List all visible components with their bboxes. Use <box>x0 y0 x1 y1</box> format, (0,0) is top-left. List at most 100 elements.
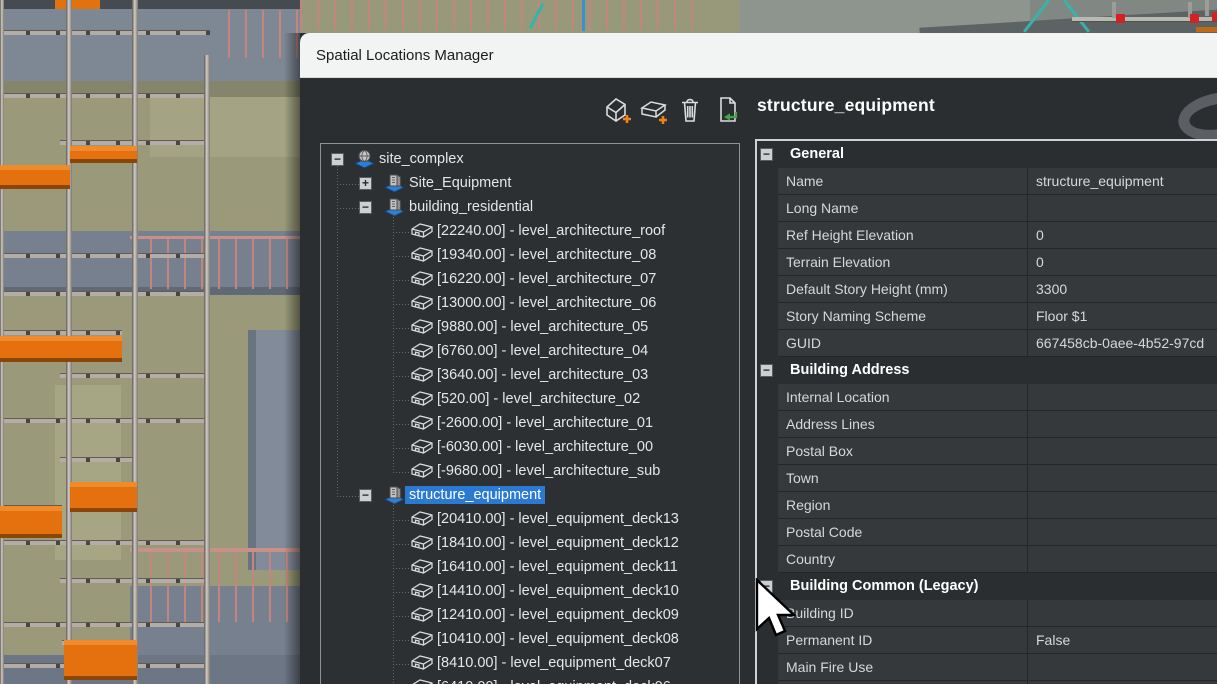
import-file-icon <box>712 94 742 126</box>
category-label: Building Common (Legacy) <box>790 578 979 594</box>
add-story-button[interactable] <box>639 94 669 126</box>
brand-swoosh-logo <box>1175 86 1217 147</box>
tree-item-label[interactable]: [8410.00] - level_equipment_deck07 <box>433 654 675 672</box>
property-label: Name <box>778 168 1028 194</box>
scaffold-bar <box>0 30 210 35</box>
property-value[interactable] <box>1028 195 1217 221</box>
property-value[interactable] <box>1028 600 1217 626</box>
tree-item: [12410.00] - level_equipment_deck09 <box>321 604 739 628</box>
orange-platform <box>0 506 62 538</box>
property-value[interactable]: 667458cb-0aee-4b52-97cd <box>1028 330 1217 356</box>
building-icon <box>383 485 406 510</box>
property-row: Region <box>778 492 1217 519</box>
property-label: Ref Height Elevation <box>778 222 1028 248</box>
delete-button[interactable] <box>675 94 705 126</box>
tree-item-label[interactable]: [13000.00] - level_architecture_06 <box>433 294 660 312</box>
tree-item-label[interactable]: [6760.00] - level_architecture_04 <box>433 342 652 360</box>
property-label: Default Story Height (mm) <box>778 276 1028 302</box>
tree-item-label[interactable]: site_complex <box>375 150 468 168</box>
tree-item-label[interactable]: [-6030.00] - level_architecture_00 <box>433 438 657 456</box>
property-category: −Building Common (Legacy) <box>757 573 1217 600</box>
tree-item-label[interactable]: [14410.00] - level_equipment_deck10 <box>433 582 683 600</box>
tree-guide <box>393 328 410 329</box>
3d-viewport[interactable] <box>0 0 300 684</box>
property-label: Terrain Elevation <box>778 249 1028 275</box>
property-value[interactable] <box>1028 438 1217 464</box>
category-collapse-toggle[interactable]: − <box>760 364 773 377</box>
tree-item-label[interactable]: [16220.00] - level_architecture_07 <box>433 270 660 288</box>
property-value[interactable] <box>1028 465 1217 491</box>
tree-guide <box>393 256 410 257</box>
tree-item: − building_residential <box>321 196 739 220</box>
tree-item-label[interactable]: [19340.00] - level_architecture_08 <box>433 246 660 264</box>
tree-item-label[interactable]: building_residential <box>405 198 537 216</box>
red-clamp <box>1212 12 1217 21</box>
tree-item: [9880.00] - level_architecture_05 <box>321 316 739 340</box>
property-value[interactable] <box>1028 546 1217 572</box>
level-icon <box>410 317 434 340</box>
tree-item: [-9680.00] - level_architecture_sub <box>321 460 739 484</box>
property-category: −Building Address <box>757 357 1217 384</box>
property-label: Story Naming Scheme <box>778 303 1028 329</box>
property-value[interactable] <box>1028 384 1217 410</box>
tree-item-label[interactable]: [-2600.00] - level_architecture_01 <box>433 414 657 432</box>
tree-item: [16410.00] - level_equipment_deck11 <box>321 556 739 580</box>
property-label: Address Lines <box>778 411 1028 437</box>
tree-item-label[interactable]: [22240.00] - level_architecture_roof <box>433 222 669 240</box>
tree-item-label[interactable]: [520.00] - level_architecture_02 <box>433 390 644 408</box>
property-category: −General <box>757 141 1217 168</box>
tree-guide <box>393 616 410 617</box>
add-building-button[interactable] <box>602 94 632 126</box>
level-icon <box>410 389 434 412</box>
tree-item: [18410.00] - level_equipment_deck12 <box>321 532 739 556</box>
property-value[interactable]: 3300 <box>1028 276 1217 302</box>
tree-item-label[interactable]: [20410.00] - level_equipment_deck13 <box>433 510 683 528</box>
expand-toggle[interactable]: − <box>331 153 344 166</box>
tree-item-label[interactable]: [16410.00] - level_equipment_deck11 <box>433 558 682 576</box>
dialog-titlebar[interactable]: Spatial Locations Manager <box>300 33 1217 78</box>
property-row: Address Lines <box>778 411 1217 438</box>
expand-toggle[interactable]: − <box>359 201 372 214</box>
tree-item: [19340.00] - level_architecture_08 <box>321 244 739 268</box>
level-icon <box>410 461 434 484</box>
tree-item-label[interactable]: [12410.00] - level_equipment_deck09 <box>433 606 683 624</box>
tree-guide <box>393 664 410 665</box>
tree-item-label[interactable]: Site_Equipment <box>405 174 515 192</box>
property-row: Town <box>778 465 1217 492</box>
property-grid: −GeneralNamestructure_equipmentLong Name… <box>755 139 1217 684</box>
tree-item-label[interactable]: [10410.00] - level_equipment_deck08 <box>433 630 683 648</box>
tree-item-label[interactable]: [18410.00] - level_equipment_deck12 <box>433 534 683 552</box>
property-value[interactable]: structure_equipment <box>1028 168 1217 194</box>
property-value[interactable]: False <box>1028 627 1217 653</box>
property-row: Internal Location <box>778 384 1217 411</box>
3d-viewport-top[interactable] <box>300 0 1217 33</box>
property-value[interactable] <box>1028 411 1217 437</box>
property-row: Postal Code <box>778 519 1217 546</box>
scaffold-bar <box>0 622 210 627</box>
tree-item-label[interactable]: [3640.00] - level_architecture_03 <box>433 366 652 384</box>
tree-item: [13000.00] - level_architecture_06 <box>321 292 739 316</box>
tree-item-label[interactable]: [9880.00] - level_architecture_05 <box>433 318 652 336</box>
expand-toggle[interactable]: − <box>359 489 372 502</box>
import-button[interactable] <box>712 94 742 126</box>
dialog-shadow <box>284 33 300 684</box>
tree-item-label[interactable]: [6410.00] - level_equipment_deck06 <box>433 678 675 684</box>
tree-item: [10410.00] - level_equipment_deck08 <box>321 628 739 652</box>
property-value[interactable]: 0 <box>1028 249 1217 275</box>
category-collapse-toggle[interactable]: − <box>760 148 773 161</box>
expand-toggle[interactable]: + <box>359 177 372 190</box>
tree-item-label[interactable]: structure_equipment <box>405 486 545 504</box>
property-value[interactable] <box>1028 492 1217 518</box>
property-value[interactable] <box>1028 654 1217 680</box>
property-row: Building ID <box>778 600 1217 627</box>
tree-item: [6410.00] - level_equipment_deck06 <box>321 676 739 684</box>
tree-item-label[interactable]: [-9680.00] - level_architecture_sub <box>433 462 664 480</box>
property-value[interactable]: 0 <box>1028 222 1217 248</box>
level-icon <box>410 581 434 604</box>
tree-guide <box>393 568 410 569</box>
tree-guide <box>393 352 410 353</box>
tree-item: [-6030.00] - level_architecture_00 <box>321 436 739 460</box>
tree-guide <box>393 424 410 425</box>
property-value[interactable] <box>1028 519 1217 545</box>
property-value[interactable]: Floor $1 <box>1028 303 1217 329</box>
